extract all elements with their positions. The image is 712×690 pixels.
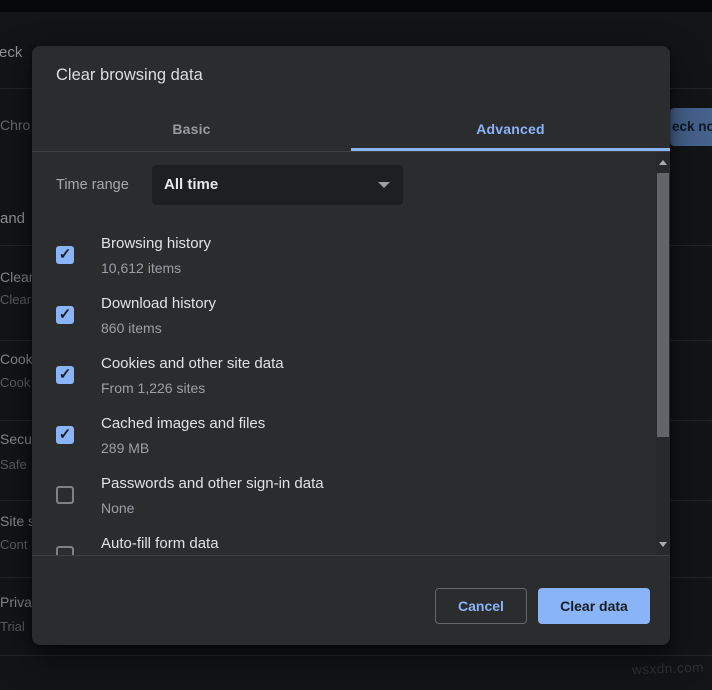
bg-text-fragment: Safe: [0, 457, 27, 472]
bg-text-fragment: Cook: [0, 375, 30, 390]
chevron-down-icon: [378, 182, 390, 188]
cancel-button[interactable]: Cancel: [435, 588, 527, 624]
bg-text-fragment: Chro: [0, 117, 30, 133]
bg-text-fragment: Priva: [0, 594, 32, 610]
list-item-detail: 860 items: [101, 320, 162, 336]
scroll-up-arrow-icon[interactable]: [659, 160, 667, 165]
checkmark-icon: ✓: [59, 246, 72, 263]
time-range-value: All time: [164, 176, 218, 193]
list-item[interactable]: ✓ Cached images and files 289 MB: [32, 410, 656, 470]
dialog-scroll-area: Time range All time ✓ Browsing history 1…: [32, 152, 670, 555]
time-range-select[interactable]: All time: [152, 165, 403, 205]
bg-text-fragment: Clear: [0, 269, 33, 285]
checkmark-icon: ✓: [59, 306, 72, 323]
list-item[interactable]: ✓ Cookies and other site data From 1,226…: [32, 350, 656, 410]
list-item-label: Browsing history: [101, 235, 211, 252]
checkbox[interactable]: ✓: [56, 306, 74, 324]
active-tab-underline: [351, 148, 670, 151]
data-type-list: ✓ Browsing history 10,612 items ✓ Downlo…: [32, 230, 656, 555]
list-item[interactable]: Passwords and other sign-in data None: [32, 470, 656, 530]
list-item[interactable]: ✓ Browsing history 10,612 items: [32, 230, 656, 290]
clear-data-button[interactable]: Clear data: [538, 588, 650, 624]
checkbox[interactable]: ✓: [56, 246, 74, 264]
checkbox[interactable]: ✓: [56, 426, 74, 444]
checkbox[interactable]: [56, 546, 74, 555]
list-item-label: Cached images and files: [101, 415, 265, 432]
tab-advanced[interactable]: Advanced: [351, 106, 670, 151]
list-item-detail: From 1,226 sites: [101, 380, 205, 396]
bg-text-fragment: Site s: [0, 513, 35, 529]
checkmark-icon: ✓: [59, 366, 72, 383]
bg-text-fragment: Cont: [0, 537, 27, 552]
list-item-detail: None: [101, 500, 134, 516]
section-divider: [0, 655, 712, 656]
bg-text-fragment: and: [0, 210, 25, 227]
bg-text-fragment: Secu: [0, 431, 32, 447]
watermark-text: wsxdn.com: [632, 660, 705, 678]
checkmark-icon: ✓: [59, 426, 72, 443]
list-item-label: Cookies and other site data: [101, 355, 284, 372]
bg-text-fragment: Cook: [0, 351, 33, 367]
time-range-label: Time range: [56, 177, 129, 193]
list-item[interactable]: ✓ Download history 860 items: [32, 290, 656, 350]
list-item[interactable]: Auto-fill form data: [32, 530, 656, 555]
list-item-label: Passwords and other sign-in data: [101, 475, 324, 492]
list-item-label: Auto-fill form data: [101, 535, 219, 552]
dialog-title: Clear browsing data: [56, 66, 203, 85]
list-item-label: Download history: [101, 295, 216, 312]
bg-text-fragment: Clear: [0, 292, 31, 307]
list-item-detail: 10,612 items: [101, 260, 181, 276]
bg-text-fragment: Trial: [0, 619, 25, 634]
dialog-footer: Cancel Clear data: [32, 555, 670, 645]
scrollbar-track[interactable]: [656, 152, 670, 555]
bg-text-fragment: eck: [0, 44, 22, 61]
tab-basic[interactable]: Basic: [32, 106, 351, 151]
page-top-strip: [0, 0, 712, 12]
checkbox[interactable]: [56, 486, 74, 504]
scrollbar-thumb[interactable]: [657, 173, 669, 437]
scroll-down-arrow-icon[interactable]: [659, 542, 667, 547]
list-item-detail: 289 MB: [101, 440, 149, 456]
tab-strip: Basic Advanced: [32, 106, 670, 152]
check-now-button-partial: eck no: [670, 108, 712, 146]
checkbox[interactable]: ✓: [56, 366, 74, 384]
clear-browsing-data-dialog: Clear browsing data Basic Advanced Time …: [32, 46, 670, 645]
